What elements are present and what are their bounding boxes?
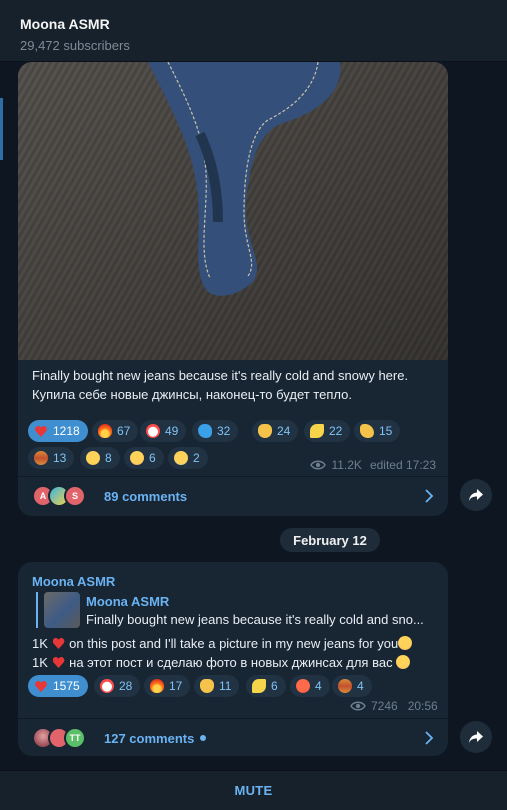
share-button[interactable] (460, 479, 492, 511)
reaction-banana[interactable]: 22 (304, 420, 351, 442)
post-sender: Moona ASMR (32, 574, 116, 589)
comments-link[interactable]: A S 89 comments (18, 476, 448, 516)
avatar: TT (64, 727, 86, 749)
reaction-clown[interactable]: 49 (140, 420, 187, 442)
edited-time: edited 17:23 (369, 458, 436, 472)
reaction-love-face[interactable]: 6 (124, 447, 164, 469)
reaction-whale[interactable]: 32 (192, 420, 239, 442)
quote-thumbnail (44, 592, 80, 628)
channel-post: Finally bought new jeans because it's re… (18, 62, 448, 516)
chevron-right-icon (425, 489, 434, 503)
banana-icon (310, 424, 324, 438)
text-line-russian: 1K на этот пост и сделаю фото в новых дж… (32, 653, 412, 672)
reaction-hotdog[interactable]: 4 (332, 675, 372, 697)
commenter-avatars: A S (32, 485, 94, 507)
reaction-thumbs-up[interactable]: 24 (252, 420, 299, 442)
reaction-thumbs-up[interactable]: 11 (194, 675, 240, 697)
fire-icon (150, 679, 164, 693)
thumbs-up-icon (258, 424, 272, 438)
heart-icon (52, 636, 66, 650)
salute-icon (360, 424, 374, 438)
views-icon (350, 701, 366, 711)
unread-dot (200, 735, 207, 741)
post-time: 20:56 (407, 699, 438, 713)
comments-count: 89 comments (104, 488, 188, 504)
reaction-heart[interactable]: 1218 (28, 420, 88, 442)
flushed-face-icon (398, 636, 413, 650)
reaction-angry[interactable]: 4 (290, 675, 330, 697)
caption-english: Finally bought new jeans because it's re… (32, 368, 409, 383)
view-count: 7246 (371, 699, 398, 713)
comments-link[interactable]: TT 127 comments (18, 718, 448, 758)
post-meta: 7246 20:56 (350, 699, 438, 713)
share-button[interactable] (460, 721, 492, 753)
thumbs-up-icon (200, 679, 214, 693)
heart-icon (52, 655, 66, 669)
whale-icon (198, 424, 212, 438)
heart-icon (34, 679, 48, 693)
text-line-english: 1K on this post and I'll take a picture … (32, 634, 413, 653)
clown-icon (100, 679, 114, 693)
angry-face-icon (296, 679, 310, 693)
reaction-fire[interactable]: 67 (92, 420, 139, 442)
commenter-avatars: TT (32, 727, 94, 749)
quote-text: Finally bought new jeans because it's re… (86, 612, 424, 627)
date-separator: February 12 (280, 528, 380, 552)
thinking-icon (86, 451, 100, 465)
scroll-indicator (0, 98, 3, 160)
reaction-hotdog[interactable]: 13 (28, 447, 75, 469)
bottom-bar: MUTE (0, 770, 507, 810)
view-count: 11.2K (331, 458, 362, 472)
hotdog-icon (34, 451, 48, 465)
chevron-right-icon (425, 731, 434, 745)
reaction-banana[interactable]: 6 (246, 675, 286, 697)
share-arrow-icon (469, 489, 483, 501)
caption-russian: Купила себе новые джинсы, наконец-то буд… (32, 387, 352, 402)
reaction-heart[interactable]: 1575 (28, 675, 88, 697)
post-photo[interactable] (18, 62, 448, 360)
mute-button[interactable]: MUTE (234, 783, 272, 798)
heart-icon (34, 424, 48, 438)
fire-icon (98, 424, 112, 438)
love-face-icon (130, 451, 144, 465)
subscriber-count: 29,472 subscribers (20, 38, 130, 53)
avatar: S (64, 485, 86, 507)
reaction-salute[interactable]: 15 (354, 420, 401, 442)
crying-icon (174, 451, 188, 465)
flushed-face-icon (396, 655, 411, 669)
channel-title: Moona ASMR (20, 16, 110, 32)
clown-icon (146, 424, 160, 438)
post-meta: 11.2K edited 17:23 (310, 458, 436, 472)
channel-header[interactable]: Moona ASMR 29,472 subscribers (0, 0, 507, 62)
banana-icon (252, 679, 266, 693)
comments-count: 127 comments (104, 730, 195, 746)
reaction-fire[interactable]: 17 (144, 675, 191, 697)
reaction-thinking[interactable]: 8 (80, 447, 120, 469)
reply-quote[interactable]: Moona ASMR Finally bought new jeans beca… (36, 592, 428, 628)
views-icon (310, 460, 327, 470)
post-caption: Finally bought new jeans because it's re… (32, 366, 408, 404)
post-text: 1K on this post and I'll take a picture … (32, 634, 413, 672)
hotdog-icon (338, 679, 352, 693)
share-arrow-icon (469, 731, 483, 743)
reaction-clown[interactable]: 28 (94, 675, 141, 697)
quote-author: Moona ASMR (86, 594, 170, 609)
reaction-crying[interactable]: 2 (168, 447, 208, 469)
